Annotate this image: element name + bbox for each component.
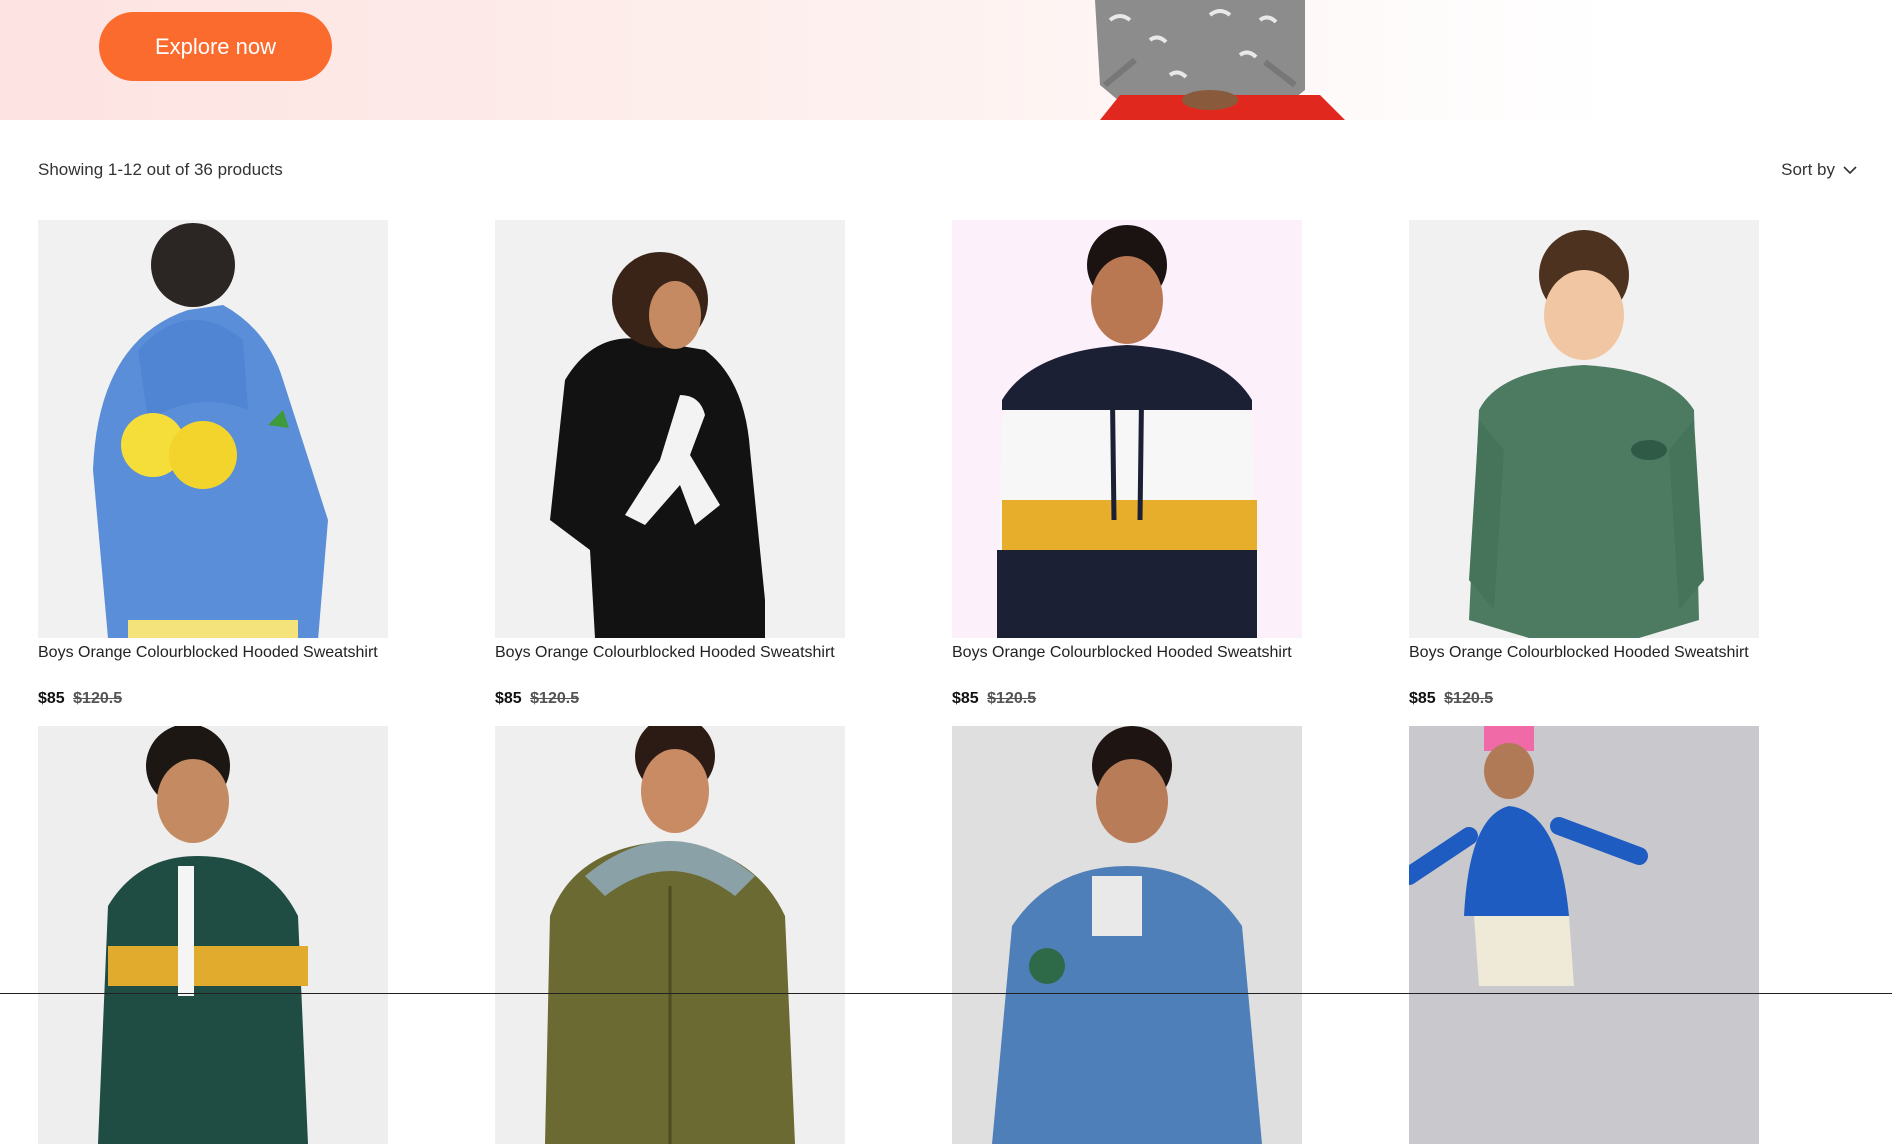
results-count: Showing 1-12 out of 36 products bbox=[38, 160, 283, 179]
product-price: $85 $120.5 bbox=[952, 690, 1302, 708]
original-price: $120.5 bbox=[1444, 690, 1494, 707]
explore-now-button[interactable]: Explore now bbox=[99, 12, 332, 81]
product-image[interactable] bbox=[495, 220, 845, 638]
chevron-down-icon bbox=[1843, 166, 1857, 175]
current-price: $85 bbox=[952, 690, 979, 707]
product-card[interactable] bbox=[1409, 726, 1759, 1144]
product-title[interactable]: Boys Orange Colourblocked Hooded Sweatsh… bbox=[38, 644, 388, 662]
product-image[interactable] bbox=[1409, 726, 1759, 1144]
hero-banner: Explore now bbox=[0, 0, 1892, 120]
original-price: $120.5 bbox=[530, 690, 580, 707]
product-image[interactable] bbox=[495, 726, 845, 1144]
product-card[interactable]: Boys Orange Colourblocked Hooded Sweatsh… bbox=[38, 220, 388, 708]
product-card[interactable] bbox=[495, 726, 845, 1144]
product-image[interactable] bbox=[952, 220, 1302, 638]
sort-label: Sort by bbox=[1781, 160, 1835, 179]
product-card[interactable]: Boys Orange Colourblocked Hooded Sweatsh… bbox=[952, 220, 1302, 708]
current-price: $85 bbox=[38, 690, 65, 707]
product-image[interactable] bbox=[1409, 220, 1759, 638]
product-price: $85 $120.5 bbox=[38, 690, 388, 708]
product-price: $85 $120.5 bbox=[1409, 690, 1759, 708]
product-price: $85 $120.5 bbox=[495, 690, 845, 708]
product-title[interactable]: Boys Orange Colourblocked Hooded Sweatsh… bbox=[495, 644, 845, 662]
product-image[interactable] bbox=[38, 220, 388, 638]
product-image[interactable] bbox=[38, 726, 388, 1144]
product-card[interactable]: Boys Orange Colourblocked Hooded Sweatsh… bbox=[1409, 220, 1759, 708]
product-title[interactable]: Boys Orange Colourblocked Hooded Sweatsh… bbox=[1409, 644, 1759, 662]
product-card[interactable] bbox=[952, 726, 1302, 1144]
original-price: $120.5 bbox=[987, 690, 1037, 707]
hero-image bbox=[1095, 0, 1345, 120]
original-price: $120.5 bbox=[73, 690, 123, 707]
product-image[interactable] bbox=[952, 726, 1302, 1144]
product-card[interactable]: Boys Orange Colourblocked Hooded Sweatsh… bbox=[495, 220, 845, 708]
sort-dropdown[interactable]: Sort by bbox=[1781, 160, 1857, 180]
product-card[interactable] bbox=[38, 726, 388, 1144]
current-price: $85 bbox=[495, 690, 522, 707]
current-price: $85 bbox=[1409, 690, 1436, 707]
product-title[interactable]: Boys Orange Colourblocked Hooded Sweatsh… bbox=[952, 644, 1302, 662]
